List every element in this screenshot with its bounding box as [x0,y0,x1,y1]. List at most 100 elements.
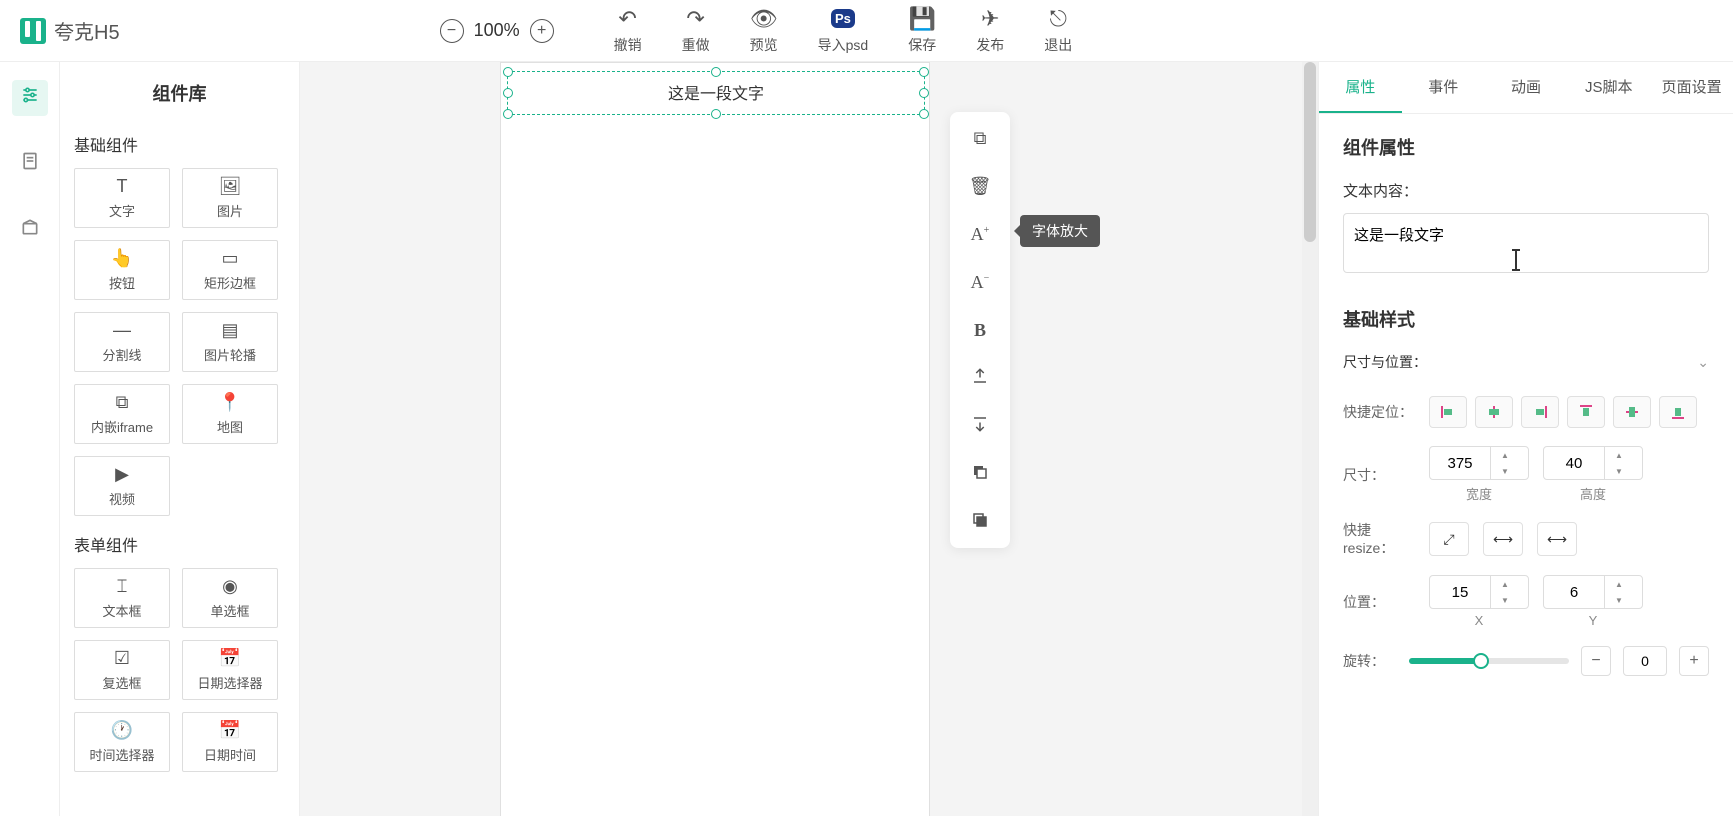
app-logo[interactable]: 夸克H5 [20,16,120,45]
y-up[interactable]: ▲ [1605,576,1633,592]
undo-icon: ↶ [618,7,636,31]
canvas-scrollbar-thumb[interactable] [1304,62,1316,242]
rotate-plus-button[interactable]: + [1679,646,1709,676]
panel-tab[interactable]: 页面设置 [1650,62,1733,113]
height-down[interactable]: ▼ [1605,463,1633,479]
panel-tab[interactable]: 事件 [1402,62,1485,113]
align-bottom-button[interactable] [1659,396,1697,428]
resize-handle-br[interactable] [919,109,929,119]
top-toolbar: 夸克H5 − 100% + ↶ 撤销 ↷ 重做 👁 预览 Ps 导入psd [0,0,1733,62]
rail-pages[interactable] [12,146,48,182]
canvas-area[interactable]: 这是一段文字 ⧉ 🗑 A+ A− B [300,62,1318,816]
align-center-h-button[interactable] [1475,396,1513,428]
align-left-button[interactable] [1429,396,1467,428]
width-up[interactable]: ▲ [1491,447,1519,463]
send-backward-button[interactable] [962,508,998,536]
delete-button[interactable]: 🗑 [962,172,998,200]
eye-icon: 👁 [750,7,778,31]
component-item[interactable]: 📅日期时间 [182,712,278,772]
canvas-scrollbar[interactable] [1302,62,1318,816]
rail-templates[interactable] [12,212,48,248]
resize-width-button[interactable]: ⟷ [1483,522,1523,556]
publish-button[interactable]: ✈ 发布 [976,7,1004,55]
component-item[interactable]: —分割线 [74,312,170,372]
import-psd-button[interactable]: Ps 导入psd [818,7,869,55]
preview-button[interactable]: 👁 预览 [750,7,778,55]
zoom-out-button[interactable]: − [440,19,464,43]
panel-tab[interactable]: 属性 [1319,62,1402,113]
component-icon: ◉ [222,576,238,597]
resize-handle-tl[interactable] [503,67,513,77]
rotate-value-input[interactable] [1623,646,1667,676]
align-right-button[interactable] [1521,396,1559,428]
rotate-minus-button[interactable]: − [1581,646,1611,676]
component-item[interactable]: 👆按钮 [74,240,170,300]
y-field[interactable] [1544,584,1604,601]
component-label: 文本框 [102,601,141,620]
panel-tab[interactable]: 动画 [1485,62,1568,113]
rotate-slider-handle[interactable] [1473,653,1489,669]
canvas-page[interactable]: 这是一段文字 [500,62,930,816]
size-label: 尺寸： [1343,465,1415,485]
component-label: 时间选择器 [89,745,154,764]
redo-button[interactable]: ↷ 重做 [682,7,710,55]
resize-handle-bm[interactable] [711,109,721,119]
bring-forward-button[interactable] [962,460,998,488]
component-item[interactable]: ▭矩形边框 [182,240,278,300]
component-item[interactable]: 📍地图 [182,384,278,444]
copy-button[interactable]: ⧉ [962,124,998,152]
component-icon: 🖼 [219,176,242,197]
quick-align-row: 快捷定位： [1343,396,1709,428]
text-content-input[interactable] [1343,213,1709,273]
width-input[interactable]: ▲▼ [1429,446,1529,480]
resize-handle-tm[interactable] [711,67,721,77]
size-position-toggle[interactable]: 尺寸与位置： ⌄ [1343,352,1709,372]
component-item[interactable]: 🕐时间选择器 [74,712,170,772]
zoom-in-button[interactable]: + [530,19,554,43]
bold-icon: B [974,320,986,341]
y-down[interactable]: ▼ [1605,592,1633,608]
x-field[interactable] [1430,584,1490,601]
rotate-slider[interactable] [1409,658,1569,664]
x-down[interactable]: ▼ [1491,592,1519,608]
save-button[interactable]: 💾 保存 [908,7,936,55]
height-input[interactable]: ▲▼ [1543,446,1643,480]
width-down[interactable]: ▼ [1491,463,1519,479]
height-field[interactable] [1544,455,1604,472]
send-to-back-button[interactable] [962,412,998,440]
align-center-v-button[interactable] [1613,396,1651,428]
component-item[interactable]: ▤图片轮播 [182,312,278,372]
x-input[interactable]: ▲▼ [1429,575,1529,609]
bring-to-front-button[interactable] [962,364,998,392]
selected-text-element[interactable]: 这是一段文字 [507,71,925,115]
text-content-label: 文本内容： [1343,180,1709,201]
resize-expand-button[interactable]: ⤢ [1429,522,1469,556]
bold-button[interactable]: B [962,316,998,344]
resize-handle-ml[interactable] [503,88,513,98]
width-field[interactable] [1430,455,1490,472]
component-item[interactable]: 🖼图片 [182,168,278,228]
component-item[interactable]: ⌶文本框 [74,568,170,628]
rail-components[interactable] [12,80,48,116]
resize-handle-bl[interactable] [503,109,513,119]
height-up[interactable]: ▲ [1605,447,1633,463]
undo-button[interactable]: ↶ 撤销 [614,7,642,55]
text-element-content[interactable]: 这是一段文字 [508,72,924,112]
component-item[interactable]: ☑复选框 [74,640,170,700]
resize-handle-mr[interactable] [919,88,929,98]
x-up[interactable]: ▲ [1491,576,1519,592]
font-increase-button[interactable]: A+ [962,220,998,248]
component-item[interactable]: 📅日期选择器 [182,640,278,700]
exit-button[interactable]: ⎋ 退出 [1044,7,1072,55]
resize-height-button[interactable]: ⟷ [1537,522,1577,556]
component-item[interactable]: T文字 [74,168,170,228]
resize-handle-tr[interactable] [919,67,929,77]
component-item[interactable]: ▶视频 [74,456,170,516]
align-top-button[interactable] [1567,396,1605,428]
component-label: 地图 [217,417,243,436]
font-decrease-button[interactable]: A− [962,268,998,296]
y-input[interactable]: ▲▼ [1543,575,1643,609]
panel-tab[interactable]: JS脚本 [1567,62,1650,113]
component-item[interactable]: ⧉内嵌iframe [74,384,170,444]
component-item[interactable]: ◉单选框 [182,568,278,628]
